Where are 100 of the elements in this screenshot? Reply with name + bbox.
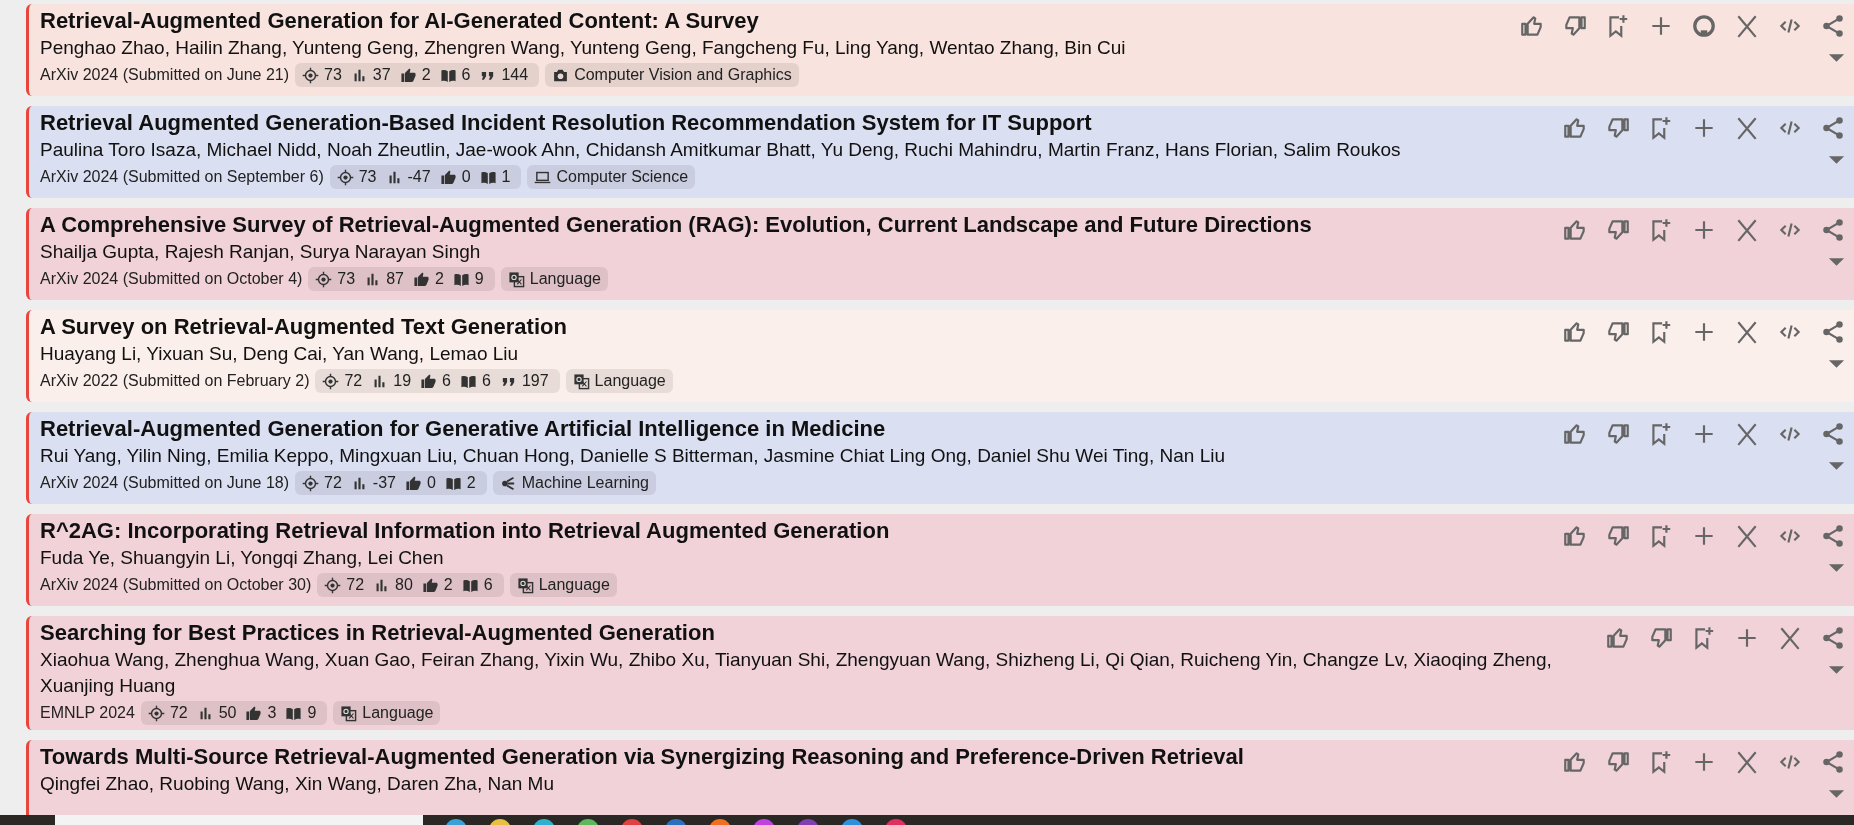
stat-value: 2 [434,269,444,289]
category-chip[interactable]: Computer Science [527,165,696,189]
stat-value: 0 [461,167,471,187]
thumb-up-button[interactable] [1562,523,1588,549]
stat-value: 72 [346,575,365,595]
thumb-up-button[interactable] [1562,421,1588,447]
network-icon [499,474,517,492]
target-icon [322,372,340,390]
thumb-up-icon [245,704,263,722]
stat-value: 6 [481,371,491,391]
stat-value: 197 [521,371,549,391]
venue-text: EMNLP 2024 [40,704,135,722]
share-button[interactable] [1820,421,1846,447]
stat-value: 87 [386,269,404,289]
stat-value: 9 [474,269,484,289]
stat-value: 6 [461,65,471,85]
stat-value: 6 [483,575,493,595]
expand-caret-button[interactable] [1827,257,1846,267]
stat-value: 1 [501,167,511,187]
paper-title[interactable]: Retrieval-Augmented Generation for AI-Generated Content: A Survey [40,7,1556,34]
category-chip[interactable]: Language [509,573,617,597]
stat-value: -37 [372,473,396,493]
thumb-down-button[interactable] [1562,13,1588,39]
thumb-up-icon [439,168,457,186]
stat-value: 73 [324,65,342,85]
thumb-up-icon [404,474,422,492]
thumb-down-button[interactable] [1605,115,1631,141]
translate-icon [340,704,358,722]
share-button[interactable] [1820,625,1846,651]
stat-value: 50 [218,703,237,723]
thumb-up-icon [399,66,417,84]
target-icon [315,270,333,288]
share-button[interactable] [1820,319,1846,345]
author-list: Paulina Toro Isaza, Michael Nidd, Noah Zheutlin, Jae-wook Ahn, Chidansh Amitkumar Bhatt, Yu Deng, Ruchi Mahindru, Martin Franz, Hans Florian, Salim Roukos [40,137,1556,163]
category-chip[interactable]: Language [500,267,608,291]
paper-title[interactable]: Retrieval Augmented Generation-Based Incident Resolution Recommendation System for IT Support [40,109,1556,136]
stat-value: 9 [307,703,317,723]
target-icon [302,66,320,84]
venue-text: ArXiv 2022 (Submitted on February 2) [40,372,310,390]
category-chip[interactable]: Computer Vision and Graphics [545,63,799,87]
thumb-up-button[interactable] [1562,217,1588,243]
expand-caret-button[interactable] [1827,155,1846,165]
share-button[interactable] [1820,217,1846,243]
stat-value: 72 [324,473,342,493]
author-list: Qingfei Zhao, Ruobing Wang, Xin Wang, Daren Zha, Nan Mu [40,771,1556,797]
author-list: Penghao Zhao, Hailin Zhang, Yunteng Geng, Zhengren Wang, Yunteng Geng, Fangcheng Fu, Ling Yang, Wentao Zhang, Bin Cui [40,35,1556,61]
expand-caret-button[interactable] [1827,53,1846,63]
expand-caret-button[interactable] [1827,461,1846,471]
stat-value: 144 [501,65,529,85]
share-button[interactable] [1820,523,1846,549]
paper-title[interactable]: Searching for Best Practices in Retrieval-Augmented Generation [40,619,1556,646]
paper-title[interactable]: A Survey on Retrieval-Augmented Text Generation [40,313,1556,340]
stat-value: 72 [169,703,188,723]
venue-text: ArXiv 2024 (Submitted on October 30) [40,576,312,594]
thumb-up-button[interactable] [1562,115,1588,141]
target-icon [324,576,342,594]
thumb-up-button[interactable] [1605,625,1631,651]
expand-caret-button[interactable] [1827,359,1846,369]
category-chip[interactable]: Machine Learning [492,471,656,495]
stat-value: 73 [358,167,377,187]
thumb-down-button[interactable] [1648,625,1674,651]
author-list: Rui Yang, Yilin Ning, Emilia Keppo, Mingxuan Liu, Chuan Hong, Danielle S Bitterman, Jasmine Chiat Ling Ong, Daniel Shu Wei Ting, Nan Liu [40,443,1556,469]
expand-caret-button[interactable] [1827,665,1846,675]
paper-title[interactable]: A Comprehensive Survey of Retrieval-Augmented Generation (RAG): Evolution, Current Landscape and Future Directions [40,211,1556,238]
thumb-down-button[interactable] [1605,421,1631,447]
stat-value: 0 [426,473,436,493]
author-list: Fuda Ye, Shuangyin Li, Yongqi Zhang, Lei Chen [40,545,1556,571]
share-button[interactable] [1820,115,1846,141]
thumb-up-icon [421,576,439,594]
author-list: Shailja Gupta, Rajesh Ranjan, Surya Narayan Singh [40,239,1556,265]
target-icon [147,704,165,722]
translate-icon [572,372,590,390]
stat-value: 2 [443,575,453,595]
author-list: Xiaohua Wang, Zhenghua Wang, Xuan Gao, Feiran Zhang, Yixin Wu, Zhibo Xu, Tianyuan Shi, Zhengyuan Wang, Shizheng Li, Qi Qian, Ruicheng Yin, Changze Lv, Xiaoqing Zheng, Xuanjing Huang [40,647,1556,699]
author-list: Huayang Li, Yixuan Su, Deng Cai, Yan Wang, Lemao Liu [40,341,1556,367]
category-chip[interactable]: Language [333,701,441,725]
thumb-up-button[interactable] [1562,749,1588,775]
thumb-down-button[interactable] [1605,523,1631,549]
thumb-up-icon [412,270,430,288]
stat-value: 72 [344,371,363,391]
paper-title[interactable]: Towards Multi-Source Retrieval-Augmented Generation via Synergizing Reasoning and Preference-Driven Retrieval [40,743,1556,770]
target-icon [302,474,320,492]
category-chip[interactable]: Language [565,369,673,393]
stat-value: 2 [421,65,431,85]
thumb-down-button[interactable] [1605,749,1631,775]
thumb-up-button[interactable] [1519,13,1545,39]
venue-text: ArXiv 2024 (Submitted on September 6) [40,168,324,186]
expand-caret-button[interactable] [1827,789,1846,799]
thumb-up-button[interactable] [1562,319,1588,345]
expand-caret-button[interactable] [1827,563,1846,573]
stat-value: 80 [395,575,413,595]
share-button[interactable] [1820,749,1846,775]
thumb-down-button[interactable] [1605,319,1631,345]
paper-title[interactable]: R^2AG: Incorporating Retrieval Information into Retrieval Augmented Generation [40,517,1556,544]
stat-value: 19 [393,371,412,391]
thumb-down-button[interactable] [1605,217,1631,243]
paper-title[interactable]: Retrieval-Augmented Generation for Generative Artificial Intelligence in Medicine [40,415,1556,442]
share-button[interactable] [1820,13,1846,39]
target-icon [336,168,354,186]
venue-text: ArXiv 2024 (Submitted on June 18) [40,474,290,492]
